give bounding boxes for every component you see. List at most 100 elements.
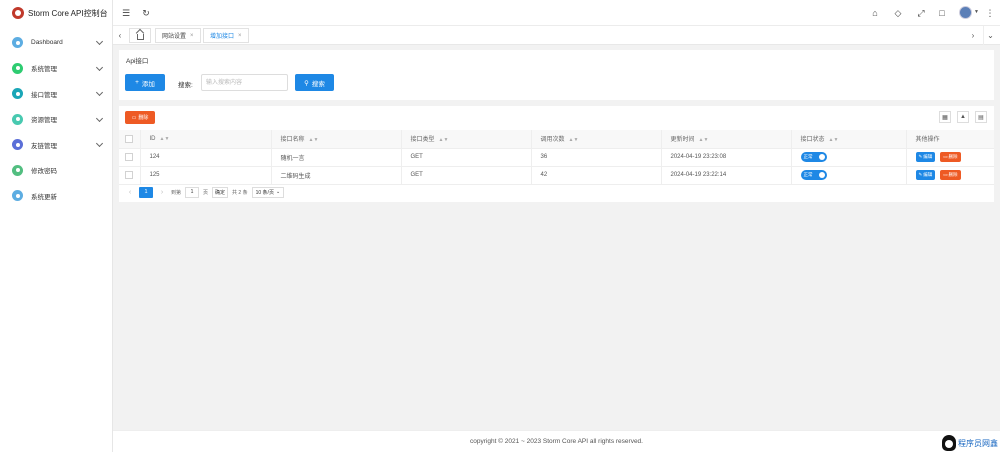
cell-type: GET <box>401 148 532 167</box>
sort-icon[interactable]: ▲▼ <box>439 137 449 143</box>
tab-label: 网站设置 <box>162 34 187 40</box>
settings-icon <box>12 62 23 74</box>
prev-page-icon[interactable]: ‹ <box>125 189 135 196</box>
app-title: Storm Core API控制台 <box>28 8 108 18</box>
tab-label: 增加接口 <box>210 34 235 40</box>
row-checkbox[interactable] <box>125 153 133 161</box>
sidebar-item-label: 系统更新 <box>31 193 57 201</box>
export-icon[interactable]: ▲ <box>957 111 969 123</box>
col-label: 其他操作 <box>915 137 940 144</box>
cell-updated: 2024-04-19 23:23:08 <box>661 148 792 167</box>
sidebar-item-links[interactable]: 友链管理 <box>0 132 112 158</box>
search-label: 搜索: <box>178 82 193 89</box>
table-header-row: ID ▲▼ 接口名称 ▲▼ 接口类型 ▲▼ 调用次数 ▲▼ 更新时间 ▲▼ 接口状态 ▲▼ … <box>119 130 994 149</box>
row-delete-label: 删除 <box>948 172 958 177</box>
caret-down-icon[interactable]: ▼ <box>974 9 979 15</box>
sidebar-item-update[interactable]: 系统更新 <box>0 183 112 209</box>
cell-id: 125 <box>140 166 272 185</box>
sidebar: Storm Core API控制台 Dashboard 系统管理 接口管理 资源… <box>0 0 113 452</box>
sidebar-item-label: 友链管理 <box>31 142 57 150</box>
avatar[interactable] <box>959 6 972 19</box>
tab-scroll-left-icon[interactable]: ‹ <box>113 26 127 45</box>
sidebar-item-password[interactable]: 修改密码 <box>0 158 112 184</box>
col-header-updated[interactable]: 更新时间 ▲▼ <box>661 130 792 149</box>
sort-icon[interactable]: ▲▼ <box>160 136 170 142</box>
search-button[interactable]: ⚲ 搜索 <box>295 74 334 91</box>
page-number-current[interactable]: 1 <box>139 186 153 198</box>
sidebar-item-label: 系统管理 <box>31 66 57 74</box>
col-header-status[interactable]: 接口状态 ▲▼ <box>791 130 907 149</box>
status-toggle[interactable]: 正常 <box>800 170 827 180</box>
edit-button[interactable]: ✎ 编辑 <box>915 170 936 180</box>
col-header-actions: 其他操作 <box>906 130 994 149</box>
api-table: ID ▲▼ 接口名称 ▲▼ 接口类型 ▲▼ 调用次数 ▲▼ 更新时间 ▲▼ 接口状态 ▲▼ … <box>119 130 994 185</box>
close-icon[interactable]: × <box>238 33 242 39</box>
sort-icon[interactable]: ▲▼ <box>699 137 709 143</box>
pencil-icon: ✎ <box>918 154 923 159</box>
more-icon[interactable]: ⋮ <box>984 7 996 19</box>
select-all-checkbox[interactable] <box>125 134 133 143</box>
row-delete-button[interactable]: ▭ 删除 <box>940 170 961 180</box>
goto-confirm-button[interactable]: 确定 <box>212 186 229 198</box>
home-icon[interactable]: ⌂ <box>869 7 881 19</box>
search-input[interactable] <box>201 74 288 91</box>
row-select-cell[interactable] <box>119 148 141 167</box>
fullscreen-icon[interactable]: ⤢ <box>915 7 927 19</box>
menu-toggle-icon[interactable]: ☰ <box>120 7 132 19</box>
api-icon <box>12 88 23 100</box>
next-page-icon[interactable]: › <box>157 189 167 196</box>
lock-icon[interactable]: □ <box>936 7 948 19</box>
tab-add-api[interactable]: 增加接口 × <box>203 28 249 43</box>
print-icon[interactable]: ▤ <box>975 111 987 123</box>
col-header-name[interactable]: 接口名称 ▲▼ <box>271 130 402 149</box>
columns-filter-icon[interactable]: ▦ <box>939 111 951 123</box>
sidebar-item-label: 接口管理 <box>31 91 57 99</box>
chevron-down-icon <box>95 88 104 97</box>
refresh-icon[interactable]: ↻ <box>140 7 152 19</box>
page-size-select[interactable]: 10 条/页 ⌄ <box>251 186 285 198</box>
total-count: 共 2 条 <box>232 189 248 196</box>
edit-button[interactable]: ✎ 编辑 <box>915 152 936 162</box>
tag-icon[interactable]: ◇ <box>892 7 904 19</box>
footer: copyright © 2021 ~ 2023 Storm Core API a… <box>113 430 1000 452</box>
status-toggle[interactable]: 正常 <box>800 152 827 162</box>
app-logo[interactable]: Storm Core API控制台 <box>0 0 112 26</box>
sidebar-item-api[interactable]: 接口管理 <box>0 81 112 107</box>
goto-label: 到第 <box>171 189 182 196</box>
row-checkbox[interactable] <box>125 171 133 179</box>
trash-icon: ▭ <box>131 114 137 121</box>
select-all-cell[interactable] <box>119 130 141 149</box>
search-card: Api接口 + 添加 搜索: ⚲ 搜索 <box>119 50 994 100</box>
tab-scroll-right-icon[interactable]: › <box>966 26 980 45</box>
home-icon <box>136 33 144 40</box>
cell-updated: 2024-04-19 23:22:14 <box>661 166 792 185</box>
sort-icon[interactable]: ▲▼ <box>829 137 839 143</box>
table-row: 125 二维码生成 GET 42 2024-04-19 23:22:14 正常 … <box>119 166 994 185</box>
goto-page-input[interactable]: 1 <box>185 186 200 198</box>
tab-site-settings[interactable]: 网站设置 × <box>155 28 201 43</box>
sort-icon[interactable]: ▲▼ <box>309 137 319 143</box>
watermark: 程序员网鑫 <box>942 435 998 451</box>
sidebar-item-resources[interactable]: 资源管理 <box>0 107 112 133</box>
row-select-cell[interactable] <box>119 166 141 185</box>
penguin-logo-icon <box>942 435 956 451</box>
tab-menu-chevron-icon[interactable]: ⌄ <box>983 26 997 45</box>
row-delete-button[interactable]: ▭ 删除 <box>940 152 961 162</box>
search-icon: ⚲ <box>304 79 309 87</box>
batch-delete-button[interactable]: ▭ 删除 <box>125 111 155 124</box>
sort-icon[interactable]: ▲▼ <box>569 137 579 143</box>
top-header: ☰ ↻ ⌂ ◇ ⤢ □ ▼ ⋮ <box>113 0 1000 26</box>
tab-home[interactable] <box>129 28 151 43</box>
col-header-calls[interactable]: 调用次数 ▲▼ <box>531 130 662 149</box>
add-button[interactable]: + 添加 <box>125 74 165 91</box>
chevron-down-icon <box>95 114 104 122</box>
edit-label: 编辑 <box>923 172 933 177</box>
col-header-type[interactable]: 接口类型 ▲▼ <box>401 130 532 149</box>
sidebar-item-dashboard[interactable]: Dashboard <box>0 30 112 56</box>
resource-icon <box>12 113 23 125</box>
sidebar-item-system[interactable]: 系统管理 <box>0 56 112 82</box>
col-header-id[interactable]: ID ▲▼ <box>140 130 272 149</box>
col-label: 接口类型 <box>410 137 435 144</box>
password-icon <box>12 164 23 176</box>
close-icon[interactable]: × <box>190 33 194 39</box>
